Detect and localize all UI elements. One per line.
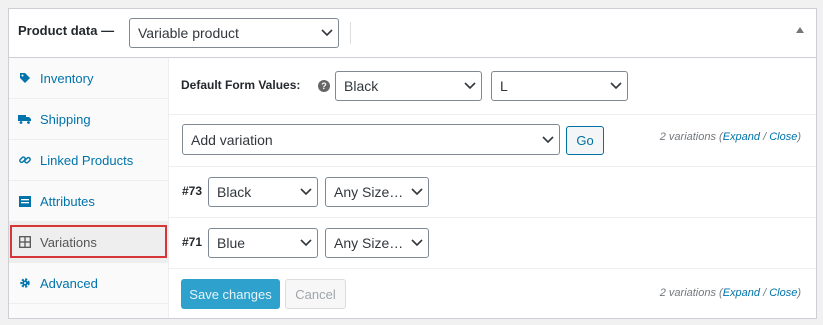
header-divider [350, 22, 351, 44]
add-variation-value: Add variation [191, 131, 273, 148]
tab-attributes[interactable]: Attributes [9, 181, 169, 222]
variation-color-value: Black [217, 184, 252, 200]
panel-title: Product data — [18, 23, 115, 38]
variations-count-separator: / [760, 131, 770, 143]
variations-count: 2 variations (Expand / Close) [660, 287, 801, 299]
product-type-value: Variable product [138, 25, 239, 41]
tab-inventory-label: Inventory [40, 70, 94, 86]
variations-count-end: ) [797, 287, 801, 299]
go-button[interactable]: Go [566, 126, 604, 155]
expand-link[interactable]: Expand [723, 131, 760, 143]
tab-advanced[interactable]: Advanced [9, 263, 169, 304]
variation-id: #71 [182, 235, 203, 249]
chevron-down-icon [295, 178, 317, 206]
variation-color-select[interactable]: Black [208, 177, 318, 207]
product-type-select[interactable]: Variable product [129, 18, 339, 48]
variation-row[interactable]: #71 Blue Any Size… [169, 218, 816, 269]
tab-shipping-label: Shipping [40, 111, 91, 127]
tag-icon [18, 72, 32, 84]
tab-shipping[interactable]: Shipping [9, 99, 169, 140]
variation-size-value: Any Size… [334, 184, 404, 200]
variations-count-end: ) [797, 131, 801, 143]
variation-color-value: Blue [217, 235, 246, 251]
variations-count: 2 variations (Expand / Close) [660, 131, 801, 143]
list-icon [18, 195, 32, 207]
product-data-panel: Product data — Variable product Inventor… [8, 8, 817, 319]
default-size-select[interactable]: L [491, 71, 628, 101]
link-icon [18, 154, 32, 166]
default-color-value: Black [344, 78, 379, 94]
variation-row[interactable]: #73 Black Any Size… [169, 167, 816, 218]
variations-count-text: 2 variations ( [659, 131, 723, 143]
chevron-down-icon [406, 229, 428, 257]
chevron-down-icon [316, 19, 338, 47]
close-link[interactable]: Close [769, 287, 797, 299]
chevron-down-icon [459, 72, 481, 100]
variation-size-select[interactable]: Any Size… [325, 177, 429, 207]
variation-size-select[interactable]: Any Size… [325, 228, 429, 258]
chevron-down-icon [406, 178, 428, 206]
tab-linked-products[interactable]: Linked Products [9, 140, 169, 181]
close-link[interactable]: Close [769, 131, 797, 143]
cancel-button[interactable]: Cancel [285, 279, 346, 309]
chevron-down-icon [605, 72, 627, 100]
chevron-down-icon [295, 229, 317, 257]
expand-link[interactable]: Expand [723, 287, 760, 299]
tab-attributes-label: Attributes [40, 193, 95, 209]
variations-count-separator: / [760, 287, 770, 299]
variation-id: #73 [182, 184, 203, 198]
variation-size-value: Any Size… [334, 235, 404, 251]
active-tab-highlight [10, 225, 167, 258]
add-variation-select[interactable]: Add variation [182, 124, 560, 155]
tab-linked-products-label: Linked Products [40, 152, 134, 168]
variation-color-select[interactable]: Blue [208, 228, 318, 258]
panel-header: Product data — Variable product [9, 9, 816, 58]
default-form-values-row: Default Form Values: ? Black L [169, 58, 816, 115]
default-form-values-label: Default Form Values: [181, 78, 301, 92]
default-color-select[interactable]: Black [335, 71, 482, 101]
chevron-down-icon [537, 125, 559, 154]
variations-count-text: 2 variations ( [659, 287, 723, 299]
collapse-toggle-icon[interactable] [796, 27, 804, 33]
tab-inventory[interactable]: Inventory [9, 58, 169, 99]
add-variation-row: Add variation Go 2 variations (Expand / … [169, 115, 816, 167]
variations-footer: Save changes Cancel 2 variations (Expand… [169, 269, 816, 319]
save-changes-button[interactable]: Save changes [181, 279, 280, 309]
default-size-value: L [500, 78, 508, 94]
tab-variations[interactable]: Variations [9, 222, 169, 263]
tab-advanced-label: Advanced [40, 275, 98, 291]
help-icon[interactable]: ? [318, 80, 330, 92]
variations-panel: Default Form Values: ? Black L Add varia… [169, 58, 816, 318]
truck-icon [18, 114, 32, 124]
gear-icon [18, 277, 32, 289]
product-data-tabs: Inventory Shipping Linked Products Attri… [9, 58, 169, 318]
